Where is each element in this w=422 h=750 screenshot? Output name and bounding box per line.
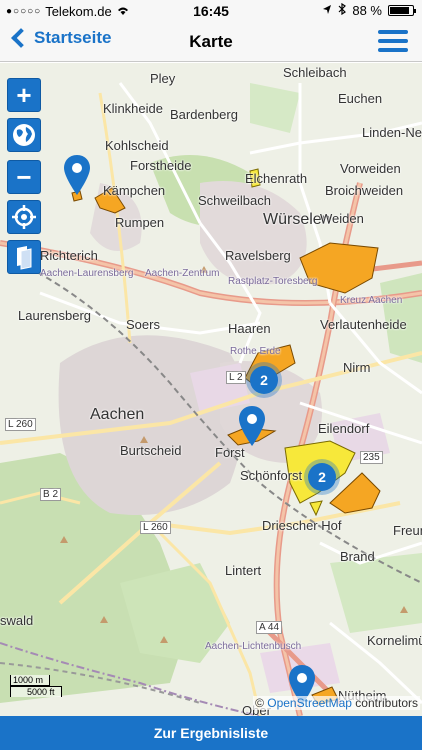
map-label: Linden-Neus [362,125,422,140]
minus-icon: − [16,161,32,192]
hamburger-menu-icon [378,30,408,34]
map-label: Ravelsberg [225,248,291,263]
map-label: Bardenberg [170,107,238,122]
road-label: 235 [360,451,383,464]
map-label: Schweilbach [198,193,271,208]
globe-button[interactable] [7,118,41,152]
attribution-text: contributors [351,696,418,710]
map-label: Brand [340,549,375,564]
road-label: L 2 [226,371,246,384]
map-label: Vorweiden [340,161,401,176]
locate-button[interactable] [7,200,41,234]
bluetooth-icon [338,2,347,18]
map-label: Burtscheid [120,443,182,458]
hamburger-line [378,39,408,43]
street-label: Kreuz Aachen [340,295,403,306]
map-label: Freun [393,523,422,538]
layers-button[interactable] [7,240,41,274]
scale-bar: 1000 m 5000 ft [10,675,62,697]
back-button[interactable]: Startseite [6,28,111,48]
map-label: Schleibach [283,65,347,80]
menu-button[interactable] [378,30,408,54]
road-label: L 260 [140,521,171,534]
street-label: Rothe Erde [230,346,281,357]
street-label: Aachen-Lichtenbusch [205,641,302,652]
plus-icon: + [16,79,32,110]
map-view[interactable]: Schleibach Euchen Pley Klinkheide Barden… [0,63,422,716]
map-label: Elchenrath [245,171,308,186]
openstreetmap-link[interactable]: OpenStreetMap [267,696,352,710]
map-marker-icon[interactable] [239,406,265,446]
hamburger-line [378,48,408,52]
map-label: Broichweiden [325,183,404,198]
street-label: Aachen-Zentrum [145,268,220,279]
location-arrow-icon [322,3,332,18]
map-label: Laurensberg [18,308,91,323]
chevron-left-icon [11,28,31,48]
map-label: Verlautenheide [320,317,407,332]
globe-icon [13,124,35,146]
map-label: Eilendorf [318,421,370,436]
back-button-label: Startseite [34,28,112,47]
map-label: Forstheide [130,158,192,173]
map-marker-icon[interactable] [64,155,90,195]
layers-icon [17,246,32,270]
marker-cluster[interactable]: 2 [250,366,278,394]
map-label: Driescher Hof [262,518,342,533]
battery-percent: 88 % [352,3,382,18]
map-label: Soers [126,317,160,332]
map-label: Schönforst [240,468,303,483]
map-label: swald [0,613,34,628]
marker-cluster[interactable]: 2 [308,463,336,491]
navigation-bar: Startseite Karte [0,22,422,62]
street-label: Rastplatz-Toresberg [228,276,318,287]
map-label: Kämpchen [103,183,166,198]
map-attribution: © OpenStreetMap contributors [253,696,420,710]
map-label: Weiden [320,211,364,226]
scale-imperial: 5000 ft [10,686,62,697]
copyright-symbol: © [255,696,264,710]
map-label: Rumpen [115,215,165,230]
scale-metric: 1000 m [10,675,50,686]
map-label: Kohlscheid [105,138,169,153]
map-label: Klinkheide [103,101,163,116]
map-label: Richterich [40,248,98,263]
road-label: L 260 [5,418,36,431]
map-label: Haaren [228,321,271,336]
road-label: B 2 [40,488,62,501]
zoom-out-button[interactable]: − [7,160,41,194]
map-label: Lintert [225,563,262,578]
crosshair-icon [12,205,36,229]
map-label: Nirm [343,360,371,375]
map-label: Euchen [338,91,383,106]
status-bar: ●○○○○ Telekom.de 16:45 88 % [0,0,422,22]
zoom-in-button[interactable]: + [7,78,41,112]
battery-icon [388,5,416,16]
road-label: A 44 [256,621,283,634]
map-label: Kornelimün [367,633,422,648]
street-label: Aachen-Laurensberg [40,268,134,279]
map-label: Aachen [90,406,145,423]
result-list-button[interactable]: Zur Ergebnisliste [0,716,422,750]
map-label: Forst [215,445,245,460]
map-label: Pley [150,71,176,86]
